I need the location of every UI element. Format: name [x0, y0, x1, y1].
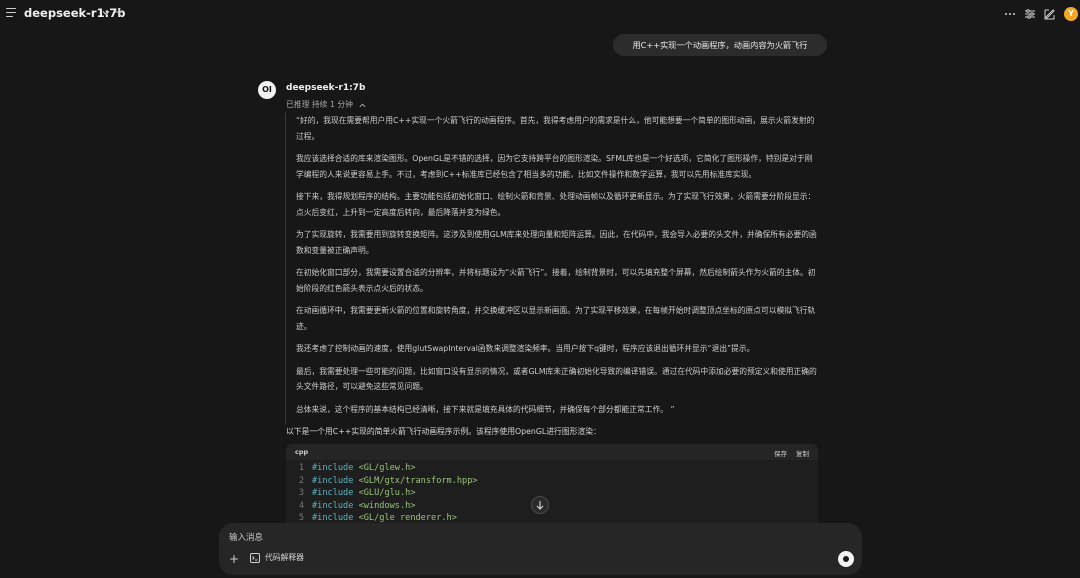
reasoning-toggle[interactable]: 已推理 持续 1 分钟 [286, 99, 366, 110]
code-include-path: <GL/glew.h> [353, 463, 416, 473]
save-code-button[interactable]: 保存 [774, 448, 787, 458]
new-chat-button[interactable]: + [114, 5, 124, 19]
terminal-icon [250, 552, 260, 563]
code-include-path: <windows.h> [353, 500, 416, 511]
answer-intro: 以下是一个用C++实现的简单火箭飞行动画程序示例。该程序使用OpenGL进行图形… [286, 427, 601, 436]
menu-icon[interactable] [6, 8, 16, 18]
code-line: 2 #include <GLM/gtx/transform.hpp> [286, 475, 818, 488]
reasoning-paragraph: 在动画循环中，我需要更新火箭的位置和旋转角度，并交换缓冲区以显示新画面。为了实现… [296, 306, 816, 331]
reasoning-paragraph: 我应该选择合适的库来渲染图形。OpenGL是不错的选择，因为它支持跨平台的图形渲… [296, 154, 813, 179]
reasoning-paragraph: 在初始化窗口部分，我需要设置合适的分辨率，并将标题设为“火箭飞行”。接着，绘制背… [296, 268, 816, 293]
user-avatar[interactable]: Y [1064, 7, 1078, 21]
reasoning-status-label: 已推理 持续 1 分钟 [286, 100, 353, 109]
code-directive: #include [312, 500, 354, 511]
line-number: 3 [298, 488, 304, 498]
line-number: 2 [298, 475, 304, 486]
chevron-down-icon[interactable] [102, 9, 110, 17]
chevron-up-icon [359, 102, 366, 107]
line-number: 1 [298, 463, 304, 473]
code-include-path: <GLU/glu.h> [353, 488, 416, 498]
code-directive: #include [312, 513, 354, 523]
code-directive: #include [312, 463, 354, 473]
top-bar: deepseek-r1:7b + Y [0, 0, 1080, 28]
more-horizontal-icon[interactable] [1003, 7, 1017, 21]
reasoning-block: “好的，我现在需要帮用户用C++实现一个火箭飞行的动画程序。首先，我得考虑用户的… [285, 113, 819, 424]
reasoning-paragraph: 接下来，我得规划程序的结构。主要功能包括初始化窗口、绘制火箭和背景、处理动画帧以… [296, 192, 816, 217]
code-directive: #include [312, 488, 354, 498]
code-interpreter-toggle[interactable]: 代码解释器 [250, 552, 304, 563]
reasoning-paragraph: 总体来说，这个程序的基本结构已经清晰，接下来就是填充具体的代码细节，并确保每个部… [296, 404, 675, 414]
sliders-icon[interactable] [1023, 7, 1037, 21]
arrow-down-icon [536, 501, 544, 510]
message-composer: + 代码解释器 [219, 523, 862, 575]
code-include-path: <GL/gle renderer.h> [353, 513, 457, 523]
code-body: 1 #include <GL/glew.h> 2 #include <GLM/gtx… [286, 460, 818, 524]
reasoning-paragraph: “好的，我现在需要帮用户用C++实现一个火箭飞行的动画程序。首先，我得考虑用户的… [296, 116, 815, 141]
code-language: cpp [295, 448, 309, 456]
copy-code-button[interactable]: 复制 [796, 448, 809, 458]
reasoning-paragraph: 最后，我需要处理一些可能的问题，比如窗口没有显示的情况，或者GLM库未正确初始化… [296, 366, 817, 392]
message-input[interactable] [229, 531, 829, 545]
voice-mode-button[interactable] [838, 551, 854, 567]
assistant-avatar: OI [258, 81, 276, 99]
model-selector[interactable]: deepseek-r1:7b [24, 6, 125, 20]
code-header: cpp 保存 复制 [286, 444, 818, 460]
code-line: 1 #include <GL/glew.h> [286, 462, 818, 475]
code-block: cpp 保存 复制 1 #include <GL/glew.h> 2 #includ… [286, 444, 818, 524]
edit-icon[interactable] [1043, 7, 1057, 21]
reasoning-paragraph: 我还考虑了控制动画的速度，使用glutSwapInterval函数来调整渲染频率… [296, 344, 755, 353]
code-line: 4 #include <windows.h> [286, 500, 818, 513]
attach-button[interactable]: + [229, 552, 239, 566]
assistant-name: deepseek-r1:7b [286, 83, 366, 93]
scroll-to-bottom-button[interactable] [531, 496, 549, 514]
code-interpreter-label: 代码解释器 [265, 553, 304, 562]
code-line: 3 #include <GLU/glu.h> [286, 487, 818, 500]
code-directive: #include [312, 475, 354, 486]
code-include-path: <GLM/gtx/transform.hpp> [353, 475, 478, 486]
reasoning-paragraph: 为了实现旋转，我需要用到旋转变换矩阵。这涉及到使用GLM库来处理向量和矩阵运算。… [296, 230, 817, 255]
user-message: 用C++实现一个动画程序，动画内容为火箭飞行 [613, 34, 827, 56]
line-number: 4 [298, 500, 304, 511]
